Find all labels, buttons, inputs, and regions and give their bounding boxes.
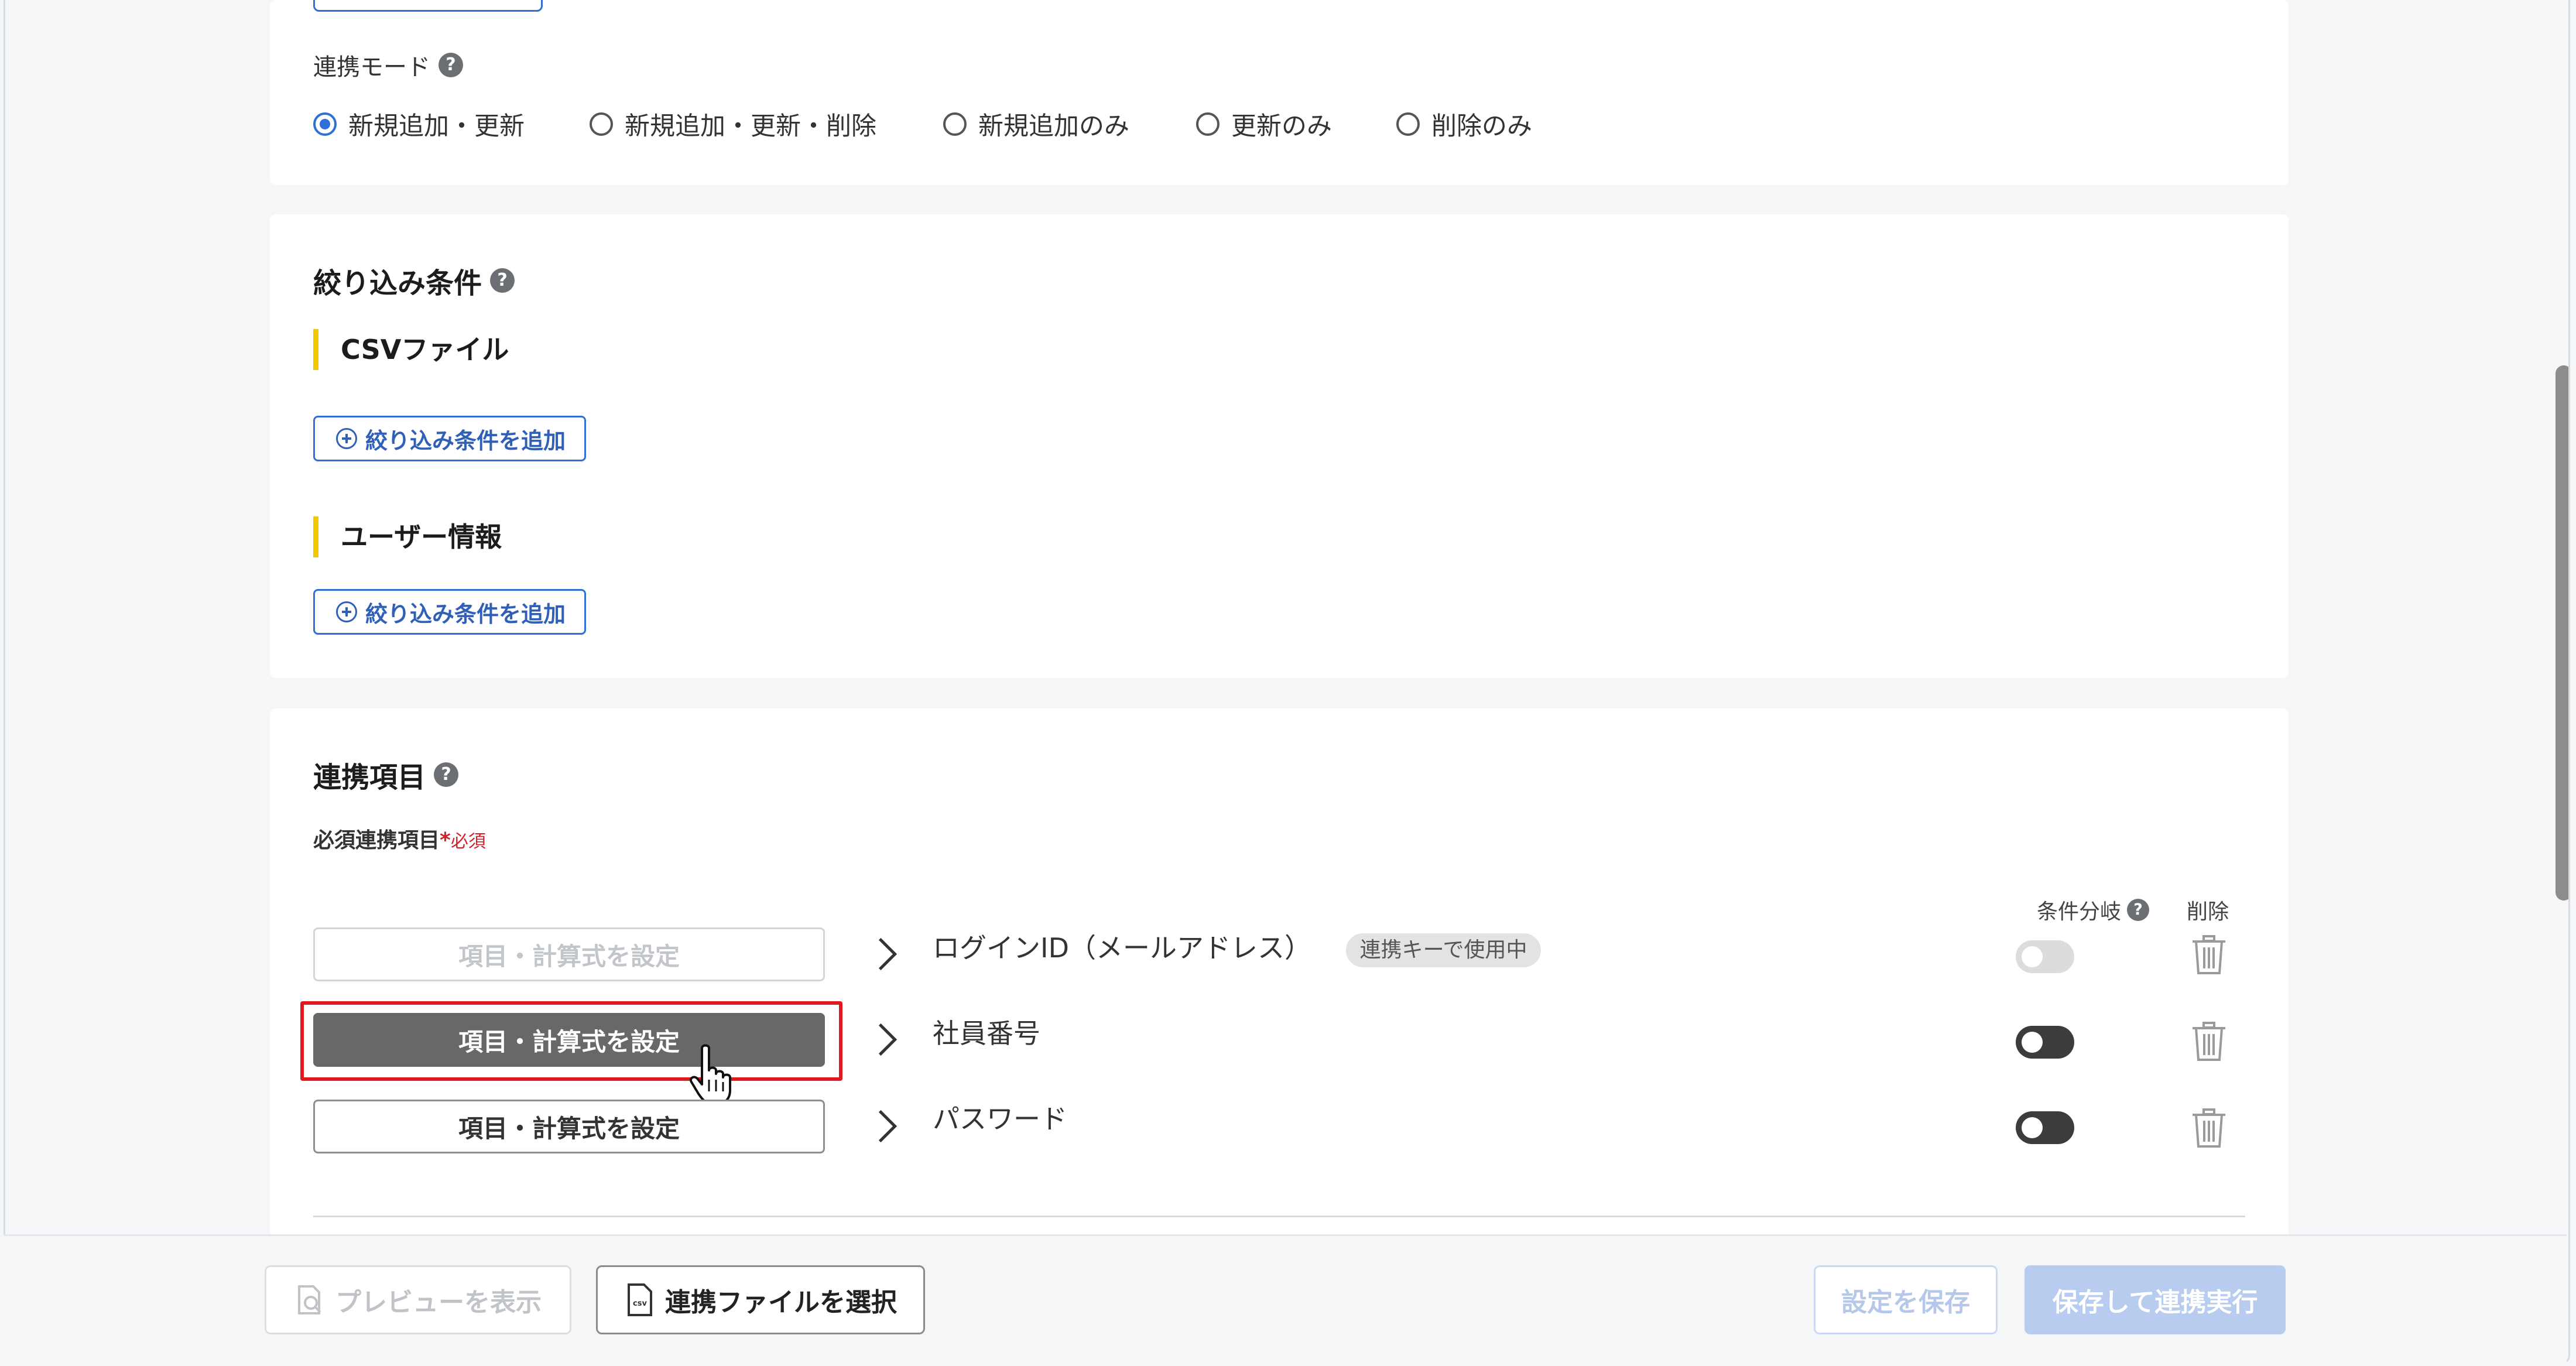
condition-column-label: 条件分岐 bbox=[2037, 900, 2122, 924]
field-employee-no: 社員番号 bbox=[933, 1013, 1040, 1054]
app-window: 連携モード ? 新規追加・更新 新規追加・更新・削除 新規追加のみ 更新のみ 削… bbox=[4, 0, 2570, 1364]
set-formula-label: 項目・計算式を設定 bbox=[458, 1027, 680, 1056]
radio-update-only[interactable]: 更新のみ bbox=[1196, 107, 1332, 142]
set-formula-label: 項目・計算式を設定 bbox=[458, 942, 680, 971]
select-file-label: 連携ファイルを選択 bbox=[665, 1288, 897, 1317]
csv-file-icon: csv bbox=[628, 1283, 652, 1316]
filter-group-csv: CSVファイル bbox=[313, 329, 509, 370]
plus-circle-icon bbox=[336, 428, 357, 449]
preview-label: プレビューを表示 bbox=[335, 1288, 542, 1317]
trash-icon[interactable] bbox=[2190, 1108, 2228, 1149]
save-and-run-button[interactable]: 保存して連携実行 bbox=[2025, 1265, 2286, 1334]
trash-icon[interactable] bbox=[2190, 1021, 2228, 1062]
help-icon[interactable]: ? bbox=[490, 268, 515, 293]
preview-button[interactable]: プレビューを表示 bbox=[265, 1265, 571, 1334]
condition-toggle[interactable] bbox=[2016, 1026, 2074, 1059]
filter-title: 絞り込み条件 bbox=[313, 267, 482, 300]
plus-circle-icon bbox=[336, 601, 357, 622]
required-mark: * bbox=[440, 828, 451, 853]
add-filter-label: 絞り込み条件を追加 bbox=[365, 427, 566, 454]
field-label: ログインID（メールアドレス） bbox=[933, 932, 1311, 964]
delete-column-label: 削除 bbox=[2187, 900, 2229, 924]
radio-label: 新規追加・更新・削除 bbox=[625, 112, 876, 141]
save-and-run-label: 保存して連携実行 bbox=[2052, 1288, 2258, 1317]
field-login-id: ログインID（メールアドレス） 連携キーで使用中 bbox=[933, 927, 1542, 968]
prev-button-remnant[interactable] bbox=[313, 0, 543, 12]
select-file-button[interactable]: csv 連携ファイルを選択 bbox=[596, 1265, 925, 1334]
radio-label: 削除のみ bbox=[1431, 112, 1532, 141]
required-label: 必須連携項目 bbox=[313, 828, 440, 853]
filter-title-row: 絞り込み条件 ? bbox=[313, 260, 515, 301]
filter-group-user: ユーザー情報 bbox=[313, 516, 502, 557]
help-icon[interactable]: ? bbox=[2127, 899, 2150, 921]
divider bbox=[313, 1216, 2245, 1217]
add-filter-user-button[interactable]: 絞り込み条件を追加 bbox=[313, 589, 586, 635]
set-formula-button-employee-no[interactable]: 項目・計算式を設定 bbox=[313, 1013, 825, 1067]
mode-label: 連携モード bbox=[313, 54, 430, 81]
radio-new-only[interactable]: 新規追加のみ bbox=[943, 107, 1129, 142]
condition-toggle-disabled bbox=[2016, 940, 2074, 973]
save-settings-label: 設定を保存 bbox=[1841, 1288, 1970, 1317]
required-label-row: 必須連携項目*必須 bbox=[313, 823, 486, 854]
csv-icon-text: csv bbox=[633, 1299, 647, 1308]
mode-label-row: 連携モード ? bbox=[313, 48, 463, 82]
help-icon[interactable]: ? bbox=[439, 53, 463, 77]
condition-column-header: 条件分岐 ? bbox=[2037, 895, 2150, 925]
help-icon[interactable]: ? bbox=[434, 762, 459, 787]
radio-icon[interactable] bbox=[1196, 112, 1220, 136]
radio-selected-icon[interactable] bbox=[313, 112, 337, 136]
radio-label: 新規追加のみ bbox=[978, 112, 1129, 141]
field-label: パスワード bbox=[933, 1103, 1067, 1135]
radio-label: 新規追加・更新 bbox=[348, 112, 525, 141]
save-settings-button[interactable]: 設定を保存 bbox=[1814, 1265, 1998, 1334]
add-filter-csv-button[interactable]: 絞り込み条件を追加 bbox=[313, 416, 586, 461]
radio-delete-only[interactable]: 削除のみ bbox=[1396, 107, 1532, 142]
footer-bar: プレビューを表示 csv 連携ファイルを選択 設定を保存 保存して連携実行 bbox=[4, 1234, 2567, 1364]
set-formula-button-login[interactable]: 項目・計算式を設定 bbox=[313, 927, 825, 981]
radio-label: 更新のみ bbox=[1231, 112, 1332, 141]
trash-icon[interactable] bbox=[2190, 934, 2228, 975]
add-filter-label: 絞り込み条件を追加 bbox=[365, 601, 566, 627]
radio-new-update[interactable]: 新規追加・更新 bbox=[313, 107, 525, 142]
key-in-use-badge: 連携キーで使用中 bbox=[1345, 933, 1542, 967]
field-password: パスワード bbox=[933, 1098, 1067, 1139]
mode-panel: 連携モード ? 新規追加・更新 新規追加・更新・削除 新規追加のみ 更新のみ 削… bbox=[270, 0, 2289, 185]
filter-group-label: ユーザー情報 bbox=[341, 521, 502, 553]
filter-group-label: CSVファイル bbox=[341, 334, 509, 365]
condition-toggle[interactable] bbox=[2016, 1111, 2074, 1144]
delete-column-header: 削除 bbox=[2187, 895, 2229, 925]
radio-new-update-delete[interactable]: 新規追加・更新・削除 bbox=[590, 107, 876, 142]
set-formula-button-password[interactable]: 項目・計算式を設定 bbox=[313, 1100, 825, 1153]
mapping-title: 連携項目 bbox=[313, 761, 426, 794]
hand-cursor-icon bbox=[690, 1044, 731, 1105]
radio-icon[interactable] bbox=[943, 112, 967, 136]
set-formula-label: 項目・計算式を設定 bbox=[458, 1114, 680, 1143]
preview-doc-icon bbox=[298, 1285, 321, 1314]
required-note: 必須 bbox=[450, 831, 486, 852]
radio-icon[interactable] bbox=[590, 112, 613, 136]
field-label: 社員番号 bbox=[933, 1018, 1040, 1049]
scrollbar-thumb[interactable] bbox=[2556, 365, 2568, 901]
radio-icon[interactable] bbox=[1396, 112, 1420, 136]
mapping-title-row: 連携項目 ? bbox=[313, 754, 459, 795]
